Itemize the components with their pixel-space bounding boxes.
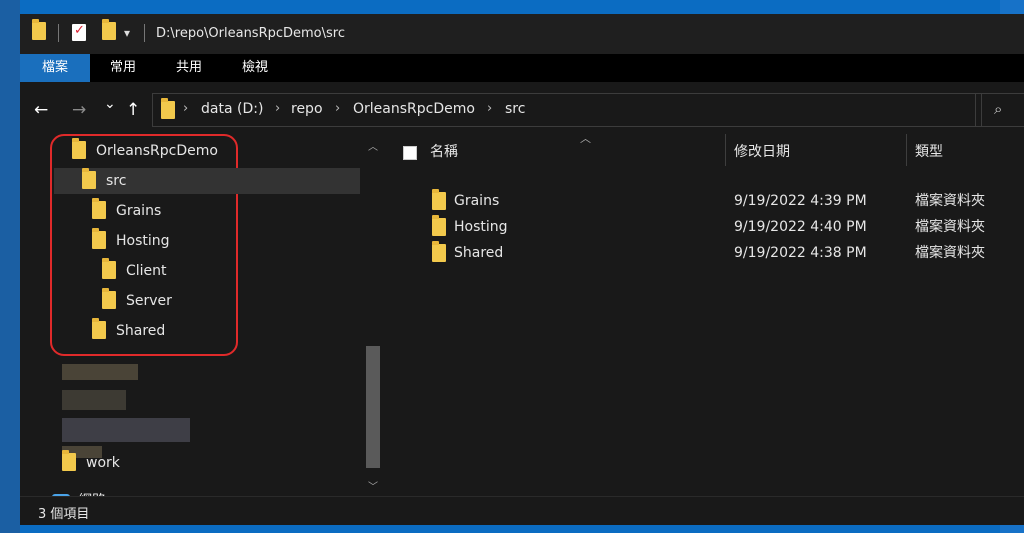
tab-file[interactable]: 檔案: [20, 54, 90, 82]
redacted-item: [62, 418, 190, 442]
column-header-type[interactable]: 類型: [915, 134, 943, 170]
chevron-right-icon[interactable]: ›: [183, 101, 188, 116]
chevron-right-icon[interactable]: ›: [275, 101, 280, 116]
search-input[interactable]: ⌕: [975, 93, 1024, 127]
tab-home[interactable]: 常用: [94, 54, 152, 82]
window-title: D:\repo\OrleansRpcDemo\src: [156, 26, 345, 41]
tree-item-grains[interactable]: Grains: [92, 198, 161, 224]
tree-item-work[interactable]: work: [62, 450, 120, 476]
back-icon[interactable]: ←: [34, 100, 48, 120]
item-count: 3 個項目: [38, 507, 90, 522]
ribbon: 檔案 常用 共用 檢視: [20, 54, 1024, 82]
tree-item-label: OrleansRpcDemo: [96, 143, 218, 159]
folder-icon: [92, 198, 106, 219]
tree-item-shared[interactable]: Shared: [92, 318, 165, 344]
folder-icon: [72, 138, 86, 159]
sort-ascending-icon: ︿: [580, 132, 591, 145]
explorer-window: ▾ D:\repo\OrleansRpcDemo\src 檔案 常用 共用 檢視…: [20, 14, 1024, 525]
search-icon: ⌕: [994, 100, 1003, 118]
tree-item-client[interactable]: Client: [102, 258, 167, 284]
folder-icon: [432, 241, 446, 262]
tree-item-network[interactable]: 網路: [52, 488, 106, 496]
scroll-up-icon[interactable]: ︿: [368, 138, 378, 153]
scroll-down-icon[interactable]: ﹀: [368, 478, 378, 493]
tree-item-label: Hosting: [116, 233, 170, 249]
status-bar: 3 個項目: [20, 496, 1024, 525]
nav-scrollbar[interactable]: ︿ ﹀: [364, 134, 382, 496]
folder-icon: [62, 450, 76, 471]
breadcrumb-src[interactable]: src: [505, 101, 525, 117]
file-date: 9/19/2022 4:39 PM: [734, 193, 867, 209]
file-date: 9/19/2022 4:40 PM: [734, 219, 867, 235]
properties-icon[interactable]: [72, 23, 86, 41]
address-bar-row: ← → ⌄ ↑ › data (D:) › repo › OrleansRpcD…: [20, 82, 1024, 134]
tree-item-label: Server: [126, 293, 172, 309]
breadcrumb-repo[interactable]: repo: [291, 101, 323, 117]
quick-access-dropdown-icon[interactable]: ▾: [124, 26, 130, 40]
forward-icon[interactable]: →: [72, 100, 86, 120]
tree-item-label: Shared: [116, 323, 166, 339]
desktop-background: [0, 0, 20, 533]
title-bar: ▾ D:\repo\OrleansRpcDemo\src: [20, 14, 1024, 54]
file-type: 檔案資料夾: [915, 193, 985, 209]
folder-icon: [161, 98, 175, 119]
tree-item-label: src: [106, 173, 127, 189]
column-header-modified[interactable]: 修改日期: [734, 134, 790, 170]
new-folder-icon[interactable]: [102, 19, 116, 40]
file-list: ︿ 名稱 修改日期 類型 Grains 9/19/2022 4:39 PM 檔案…: [386, 132, 1024, 496]
folder-icon: [102, 288, 116, 309]
address-box[interactable]: › data (D:) › repo › OrleansRpcDemo › sr…: [152, 93, 982, 127]
folder-icon: [102, 258, 116, 279]
tree-item-label: Grains: [116, 203, 162, 219]
breadcrumb-project[interactable]: OrleansRpcDemo: [353, 101, 475, 117]
tree-item-hosting[interactable]: Hosting: [92, 228, 170, 254]
folder-icon: [82, 168, 96, 189]
file-name: Hosting: [454, 219, 508, 235]
file-type: 檔案資料夾: [915, 219, 985, 235]
table-row[interactable]: Grains 9/19/2022 4:39 PM 檔案資料夾: [386, 188, 1024, 214]
table-row[interactable]: Hosting 9/19/2022 4:40 PM 檔案資料夾: [386, 214, 1024, 240]
folder-icon: [432, 215, 446, 236]
file-type: 檔案資料夾: [915, 245, 985, 261]
tree-item-orleansrpcdemo[interactable]: OrleansRpcDemo: [72, 138, 218, 164]
divider: [58, 24, 59, 42]
up-icon[interactable]: ↑: [126, 100, 140, 120]
tree-item-server[interactable]: Server: [102, 288, 172, 314]
folder-icon: [92, 318, 106, 339]
tree-item-label: Client: [126, 263, 167, 279]
redacted-item: [62, 364, 138, 380]
column-divider[interactable]: [725, 134, 726, 166]
file-name: Grains: [454, 193, 500, 209]
divider: [144, 24, 145, 42]
chevron-right-icon[interactable]: ›: [487, 101, 492, 116]
select-all-checkbox[interactable]: [403, 146, 417, 160]
chevron-right-icon[interactable]: ›: [335, 101, 340, 116]
folder-icon: [92, 228, 106, 249]
column-header-name[interactable]: 名稱: [430, 134, 458, 170]
navigation-pane: OrleansRpcDemo src Grains Hosting Client…: [20, 134, 384, 496]
table-row[interactable]: Shared 9/19/2022 4:38 PM 檔案資料夾: [386, 240, 1024, 266]
tree-item-label: work: [86, 455, 120, 471]
file-name: Shared: [454, 245, 504, 261]
tree-item-src[interactable]: src: [54, 168, 360, 194]
breadcrumb-drive[interactable]: data (D:): [201, 101, 263, 117]
column-divider[interactable]: [906, 134, 907, 166]
tab-view[interactable]: 檢視: [226, 54, 284, 82]
recent-locations-icon[interactable]: ⌄: [104, 96, 116, 112]
scrollbar-thumb[interactable]: [366, 346, 380, 468]
tab-share[interactable]: 共用: [160, 54, 218, 82]
redacted-item: [62, 390, 126, 410]
folder-icon: [32, 19, 46, 40]
file-date: 9/19/2022 4:38 PM: [734, 245, 867, 261]
folder-icon: [432, 189, 446, 210]
